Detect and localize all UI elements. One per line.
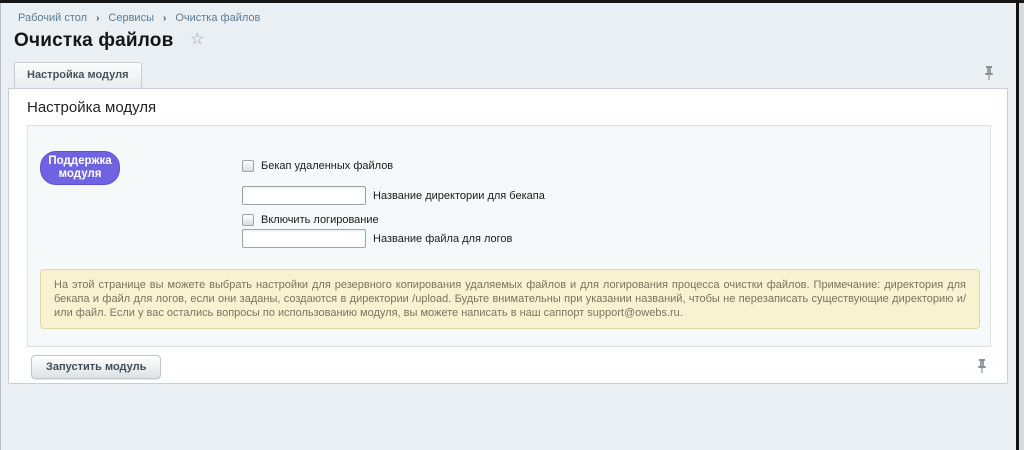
module-settings-panel: Настройка модуля Поддержка модуля Бекап … <box>8 88 1008 384</box>
window-left-edge <box>0 3 1 450</box>
window-right-edge <box>1016 3 1019 450</box>
breadcrumb: Рабочий стол › Сервисы › Очистка файлов <box>18 12 260 24</box>
backup-checkbox-label: Бекап удаленных файлов <box>261 160 393 172</box>
settings-form: Поддержка модуля Бекап удаленных файлов … <box>27 125 991 347</box>
backup-dir-row: Название директории для бекапа <box>242 186 545 205</box>
breadcrumb-separator: › <box>96 13 99 24</box>
backup-dir-input[interactable] <box>242 186 366 205</box>
breadcrumb-services[interactable]: Сервисы <box>108 12 154 24</box>
favorite-star-icon[interactable]: ☆ <box>190 29 204 49</box>
pin-icon[interactable] <box>984 66 994 81</box>
panel-heading: Настройка модуля <box>27 99 156 116</box>
breadcrumb-desktop[interactable]: Рабочий стол <box>18 12 87 24</box>
run-module-button[interactable]: Запустить модуль <box>31 355 161 379</box>
breadcrumb-separator: › <box>163 13 166 24</box>
breadcrumb-file-cleanup[interactable]: Очистка файлов <box>175 12 260 24</box>
pin-icon[interactable] <box>977 359 987 374</box>
log-file-row: Название файла для логов <box>242 229 512 248</box>
logging-checkbox-row: Включить логирование <box>242 214 379 226</box>
scrollbar-track[interactable] <box>1019 3 1024 450</box>
log-file-input[interactable] <box>242 229 366 248</box>
log-file-label: Название файла для логов <box>373 233 512 245</box>
backup-dir-label: Название директории для бекапа <box>373 190 545 202</box>
tab-bar: Настройка модуля <box>8 62 1008 88</box>
logging-checkbox-label: Включить логирование <box>261 214 379 226</box>
logging-checkbox[interactable] <box>242 214 254 226</box>
page-title: Очистка файлов <box>14 30 174 52</box>
tab-module-settings[interactable]: Настройка модуля <box>14 62 142 88</box>
backup-checkbox[interactable] <box>242 160 254 172</box>
window-top-edge <box>0 0 1024 3</box>
info-note: На этой странице вы можете выбрать настр… <box>40 269 980 329</box>
backup-checkbox-row: Бекап удаленных файлов <box>242 160 393 172</box>
module-support-button[interactable]: Поддержка модуля <box>40 151 120 185</box>
